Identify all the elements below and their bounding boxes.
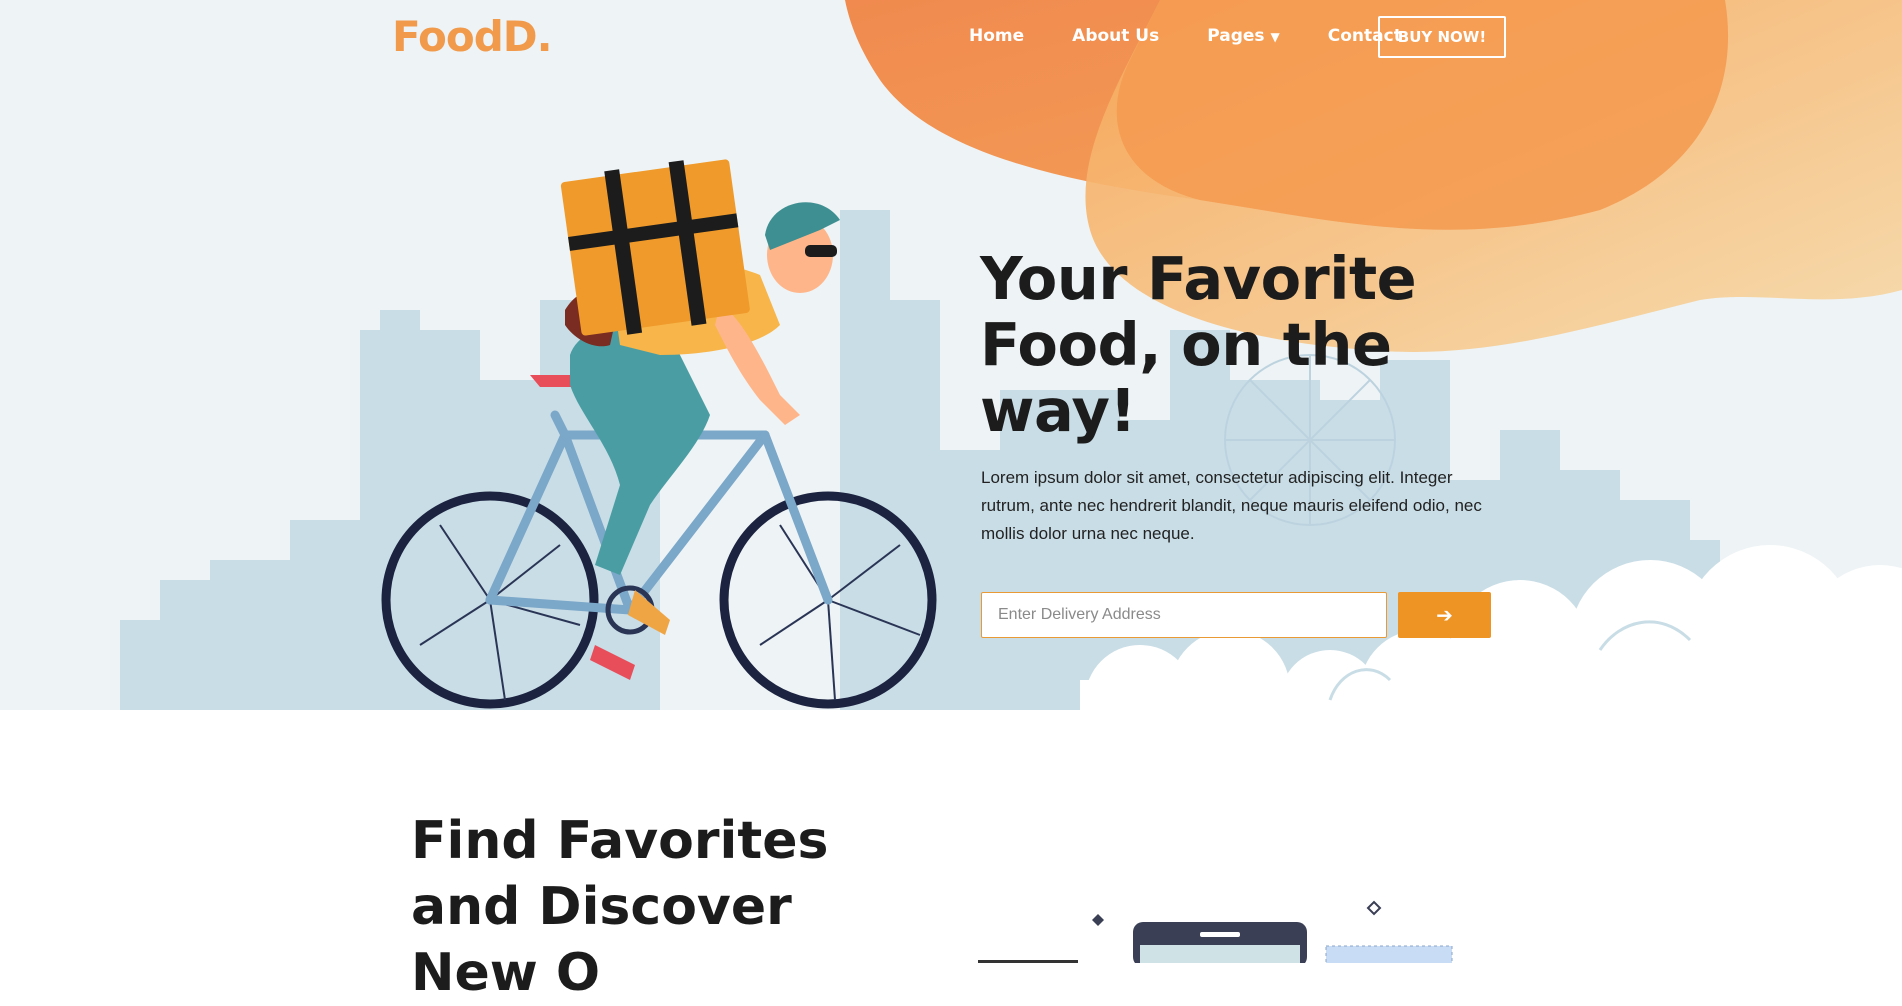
buy-now-button[interactable]: BUY NOW! [1378, 16, 1506, 58]
diamond-icon [1092, 914, 1104, 926]
app-illustration [978, 900, 1453, 963]
nav-pages[interactable]: Pages ▼ [1207, 26, 1280, 46]
hero-section: FoodD. Home About Us Pages ▼ Contact BUY … [0, 0, 1902, 710]
rider-body [560, 159, 840, 680]
bicycle [381, 491, 937, 709]
diamond-outline-icon [1366, 900, 1382, 916]
nav-home[interactable]: Home [969, 26, 1024, 46]
nav-pages-label: Pages [1207, 26, 1265, 46]
section-title-find-favorites: Find Favorites and Discover New O [411, 811, 829, 1003]
nav-about-us[interactable]: About Us [1072, 26, 1159, 46]
chevron-down-icon: ▼ [1270, 30, 1280, 44]
hero-title: Your Favorite Food, on the way! [980, 244, 1417, 445]
arrow-right-icon: ➔ [1436, 603, 1453, 627]
delivery-address-input[interactable] [981, 592, 1387, 638]
logo[interactable]: FoodD. [392, 12, 553, 61]
submit-address-button[interactable]: ➔ [1398, 592, 1491, 638]
delivery-cyclist-illustration [381, 159, 937, 709]
hero-background-art [120, 0, 1902, 710]
hero-description: Lorem ipsum dolor sit amet, consectetur … [981, 468, 1482, 543]
